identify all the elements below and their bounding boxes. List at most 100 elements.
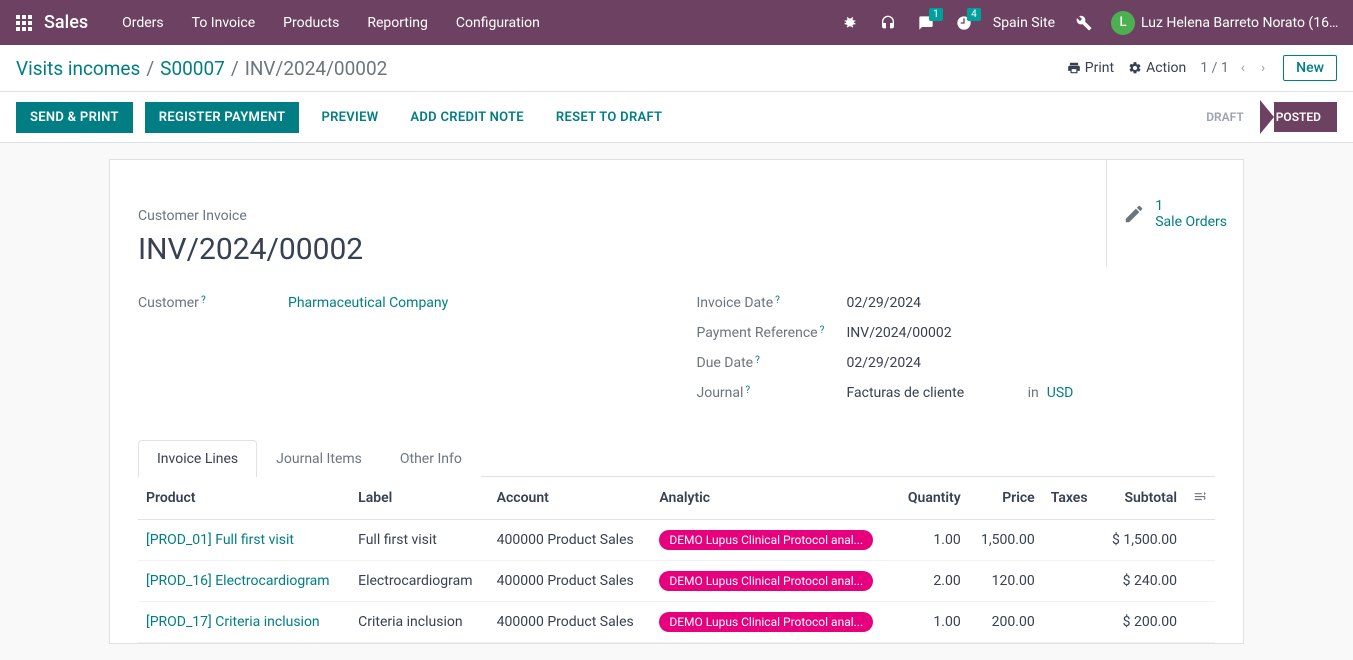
th-analytic[interactable]: Analytic — [651, 477, 895, 520]
invoice-lines-table: Product Label Account Analytic Quantity … — [138, 477, 1215, 643]
invoice-date-value: 02/29/2024 — [847, 295, 1216, 311]
activities-icon[interactable]: 4 — [947, 6, 981, 40]
stat-num: 1 — [1155, 198, 1227, 214]
cell-label: Electrocardiogram — [350, 561, 489, 602]
tab-other-info[interactable]: Other Info — [381, 440, 481, 477]
stat-label: Sale Orders — [1155, 214, 1227, 230]
table-row: [PROD_01] Full first visitFull first vis… — [138, 520, 1215, 561]
analytic-tag[interactable]: DEMO Lupus Clinical Protocol anal... — [659, 612, 873, 632]
cell-quantity: 1.00 — [896, 520, 969, 561]
journal-label: Journal? — [697, 385, 847, 401]
activities-badge: 4 — [967, 8, 981, 21]
cell-subtotal: $ 240.00 — [1099, 561, 1185, 602]
user-menu[interactable]: L Luz Helena Barreto Norato (16-sweet-b.… — [1111, 11, 1341, 35]
pager-prev[interactable]: ‹ — [1237, 60, 1249, 76]
due-date-value: 02/29/2024 — [847, 355, 1216, 371]
th-account[interactable]: Account — [489, 477, 652, 520]
subheader: Visits incomes / S00007 / INV/2024/00002… — [0, 45, 1353, 92]
action-button[interactable]: Action — [1128, 60, 1186, 76]
breadcrumb-current: INV/2024/00002 — [245, 57, 388, 80]
nav-to-invoice[interactable]: To Invoice — [178, 3, 270, 43]
cell-quantity: 1.00 — [896, 602, 969, 643]
sale-orders-stat-button[interactable]: 1 Sale Orders — [1106, 160, 1243, 267]
pager-next[interactable]: › — [1257, 60, 1269, 76]
journal-value: Facturas de cliente inUSD — [847, 385, 1216, 401]
actionbar: SEND & PRINT REGISTER PAYMENT PREVIEW AD… — [0, 92, 1353, 143]
th-price[interactable]: Price — [969, 477, 1043, 520]
print-button[interactable]: Print — [1067, 60, 1114, 76]
username: Luz Helena Barreto Norato (16-sweet-b... — [1141, 15, 1341, 31]
cell-label: Criteria inclusion — [350, 602, 489, 643]
statusbar: DRAFT POSTED — [1190, 100, 1337, 134]
cell-taxes — [1043, 602, 1099, 643]
send-print-button[interactable]: SEND & PRINT — [16, 102, 133, 133]
cell-price: 120.00 — [969, 561, 1043, 602]
apps-menu-button[interactable] — [12, 11, 36, 35]
cell-subtotal: $ 200.00 — [1099, 602, 1185, 643]
due-date-label: Due Date? — [697, 355, 847, 371]
cell-product[interactable]: [PROD_17] Criteria inclusion — [138, 602, 350, 643]
th-quantity[interactable]: Quantity — [896, 477, 969, 520]
cell-price: 200.00 — [969, 602, 1043, 643]
th-taxes[interactable]: Taxes — [1043, 477, 1099, 520]
breadcrumb-order[interactable]: S00007 — [160, 57, 225, 80]
th-subtotal[interactable]: Subtotal — [1099, 477, 1185, 520]
add-credit-note-button[interactable]: ADD CREDIT NOTE — [400, 102, 533, 133]
invoice-type-label: Customer Invoice — [138, 208, 1106, 224]
avatar: L — [1111, 11, 1135, 35]
nav-products[interactable]: Products — [269, 3, 353, 43]
breadcrumb: Visits incomes / S00007 / INV/2024/00002 — [16, 57, 387, 80]
new-button[interactable]: New — [1283, 55, 1337, 81]
analytic-tag[interactable]: DEMO Lupus Clinical Protocol anal... — [659, 530, 873, 550]
tabs: Invoice Lines Journal Items Other Info — [138, 439, 1215, 477]
reset-draft-button[interactable]: RESET TO DRAFT — [546, 102, 672, 133]
cell-account: 400000 Product Sales — [489, 520, 652, 561]
register-payment-button[interactable]: REGISTER PAYMENT — [145, 102, 300, 133]
cell-label: Full first visit — [350, 520, 489, 561]
pager: 1 / 1 ‹ › — [1200, 60, 1269, 76]
topbar: Sales Orders To Invoice Products Reporti… — [0, 0, 1353, 45]
cell-analytic: DEMO Lupus Clinical Protocol anal... — [651, 520, 895, 561]
cell-price: 1,500.00 — [969, 520, 1043, 561]
cell-analytic: DEMO Lupus Clinical Protocol anal... — [651, 561, 895, 602]
form-sheet: Customer Invoice INV/2024/00002 1 Sale O… — [109, 159, 1244, 644]
cell-account: 400000 Product Sales — [489, 602, 652, 643]
status-draft[interactable]: DRAFT — [1190, 102, 1260, 132]
nav-configuration[interactable]: Configuration — [442, 3, 554, 43]
breadcrumb-root[interactable]: Visits incomes — [16, 57, 140, 80]
preview-button[interactable]: PREVIEW — [311, 102, 388, 133]
pager-count: 1 / 1 — [1200, 60, 1228, 76]
table-row: [PROD_17] Criteria inclusionCriteria inc… — [138, 602, 1215, 643]
invoice-name: INV/2024/00002 — [138, 232, 1106, 267]
cell-product[interactable]: [PROD_16] Electrocardiogram — [138, 561, 350, 602]
cell-taxes — [1043, 520, 1099, 561]
payment-ref-value: INV/2024/00002 — [847, 325, 1216, 341]
th-options[interactable] — [1185, 477, 1215, 520]
customer-label: Customer? — [138, 295, 288, 311]
debug-icon[interactable] — [833, 6, 867, 40]
cell-analytic: DEMO Lupus Clinical Protocol anal... — [651, 602, 895, 643]
invoice-date-label: Invoice Date? — [697, 295, 847, 311]
th-label[interactable]: Label — [350, 477, 489, 520]
site-switcher[interactable]: Spain Site — [993, 15, 1055, 31]
tab-journal-items[interactable]: Journal Items — [257, 440, 381, 477]
options-icon — [1193, 489, 1207, 503]
analytic-tag[interactable]: DEMO Lupus Clinical Protocol anal... — [659, 571, 873, 591]
currency-value[interactable]: USD — [1047, 385, 1074, 401]
customer-value[interactable]: Pharmaceutical Company — [288, 295, 657, 311]
th-product[interactable]: Product — [138, 477, 350, 520]
tab-invoice-lines[interactable]: Invoice Lines — [138, 440, 257, 477]
edit-icon — [1123, 203, 1145, 225]
tools-icon[interactable] — [1067, 6, 1101, 40]
messages-badge: 1 — [929, 8, 943, 21]
cell-taxes — [1043, 561, 1099, 602]
messages-icon[interactable]: 1 — [909, 6, 943, 40]
payment-ref-label: Payment Reference? — [697, 325, 847, 341]
nav-reporting[interactable]: Reporting — [353, 3, 442, 43]
cell-quantity: 2.00 — [896, 561, 969, 602]
cell-product[interactable]: [PROD_01] Full first visit — [138, 520, 350, 561]
nav-orders[interactable]: Orders — [108, 3, 178, 43]
app-name: Sales — [44, 12, 88, 33]
support-icon[interactable] — [871, 6, 905, 40]
table-row: [PROD_16] ElectrocardiogramElectrocardio… — [138, 561, 1215, 602]
